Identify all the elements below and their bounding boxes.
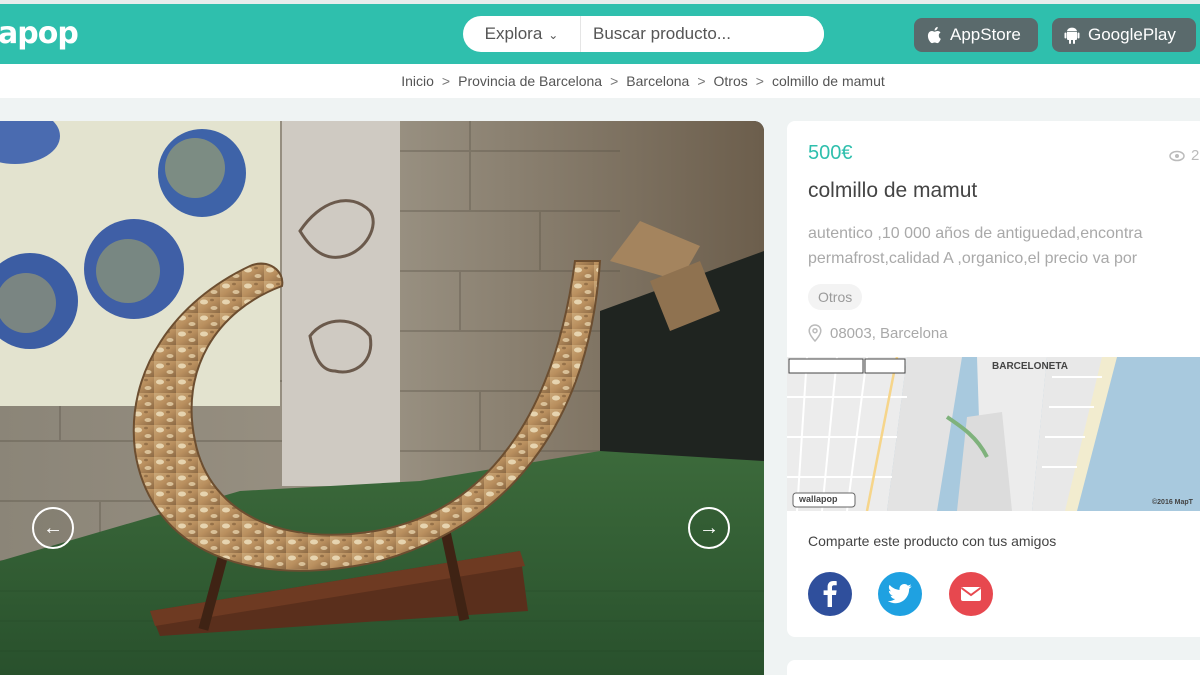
eye-icon <box>1169 150 1185 161</box>
breadcrumb-producto[interactable]: colmillo de mamut <box>772 73 885 89</box>
breadcrumb-bar: Inicio > Provincia de Barcelona > Barcel… <box>0 64 1200 98</box>
twitter-icon <box>888 584 912 604</box>
android-icon <box>1064 27 1080 44</box>
explore-label: Explora <box>484 24 543 43</box>
breadcrumb-inicio[interactable]: Inicio <box>401 73 434 89</box>
breadcrumb-separator: > <box>697 73 706 89</box>
next-photo-button[interactable]: → <box>688 507 730 549</box>
share-title: Comparte este producto con tus amigos <box>808 533 1057 549</box>
product-photo[interactable]: ← → <box>0 121 764 675</box>
breadcrumb-separator: > <box>755 73 764 89</box>
secondary-card <box>787 660 1200 675</box>
views-count: 2 <box>1191 147 1200 164</box>
logo[interactable]: apop <box>0 16 79 51</box>
top-navigation-bar: apop Explora ⌄ AppStore GooglePlay <box>0 0 1200 64</box>
previous-photo-button[interactable]: ← <box>32 507 74 549</box>
product-title: colmillo de mamut <box>808 179 978 202</box>
map-graphic <box>787 357 1200 511</box>
apple-icon <box>927 26 941 44</box>
map-label-barceloneta: BARCELONETA <box>992 361 1068 372</box>
appstore-button[interactable]: AppStore <box>914 18 1038 52</box>
appstore-label: AppStore <box>950 25 1021 44</box>
search-input[interactable] <box>581 16 824 52</box>
breadcrumb: Inicio > Provincia de Barcelona > Barcel… <box>401 73 885 89</box>
arrow-left-icon: ← <box>43 516 63 539</box>
twitter-share-button[interactable] <box>878 572 922 616</box>
mail-icon <box>960 587 982 601</box>
location-pin-icon <box>808 324 822 342</box>
location-text: 08003, Barcelona <box>830 324 948 342</box>
email-share-button[interactable] <box>949 572 993 616</box>
views-counter: 2 <box>1169 147 1199 164</box>
explore-dropdown[interactable]: Explora ⌄ <box>463 16 581 52</box>
category-tag[interactable]: Otros <box>808 284 863 310</box>
description-line: autentico ,10 000 años de antiguedad,enc… <box>808 225 1143 242</box>
product-price: 500€ <box>808 142 853 164</box>
facebook-share-button[interactable] <box>808 572 852 616</box>
breadcrumb-ciudad[interactable]: Barcelona <box>626 73 689 89</box>
googleplay-button[interactable]: GooglePlay <box>1052 18 1196 52</box>
mammoth-tusk-photo <box>0 121 764 675</box>
breadcrumb-separator: > <box>610 73 619 89</box>
arrow-right-icon: → <box>699 516 719 539</box>
facebook-icon <box>823 581 837 607</box>
product-description: autentico ,10 000 años de antiguedad,enc… <box>808 221 1200 271</box>
location-map[interactable]: BARCELONETA wallapop ©2016 MapT <box>787 357 1200 511</box>
map-copyright: ©2016 MapT <box>1152 499 1193 506</box>
product-detail-card: 500€ 2 colmillo de mamut autentico ,10 0… <box>787 121 1200 637</box>
product-location: 08003, Barcelona <box>808 324 948 342</box>
breadcrumb-separator: > <box>441 73 451 89</box>
search-bar: Explora ⌄ <box>463 16 824 52</box>
chevron-down-icon: ⌄ <box>548 28 559 42</box>
breadcrumb-provincia[interactable]: Provincia de Barcelona <box>458 73 602 89</box>
breadcrumb-categoria[interactable]: Otros <box>714 73 748 89</box>
map-logo: wallapop <box>799 494 838 504</box>
description-line: permafrost,calidad A ,organico,el precio… <box>808 250 1138 267</box>
googleplay-label: GooglePlay <box>1088 25 1176 44</box>
